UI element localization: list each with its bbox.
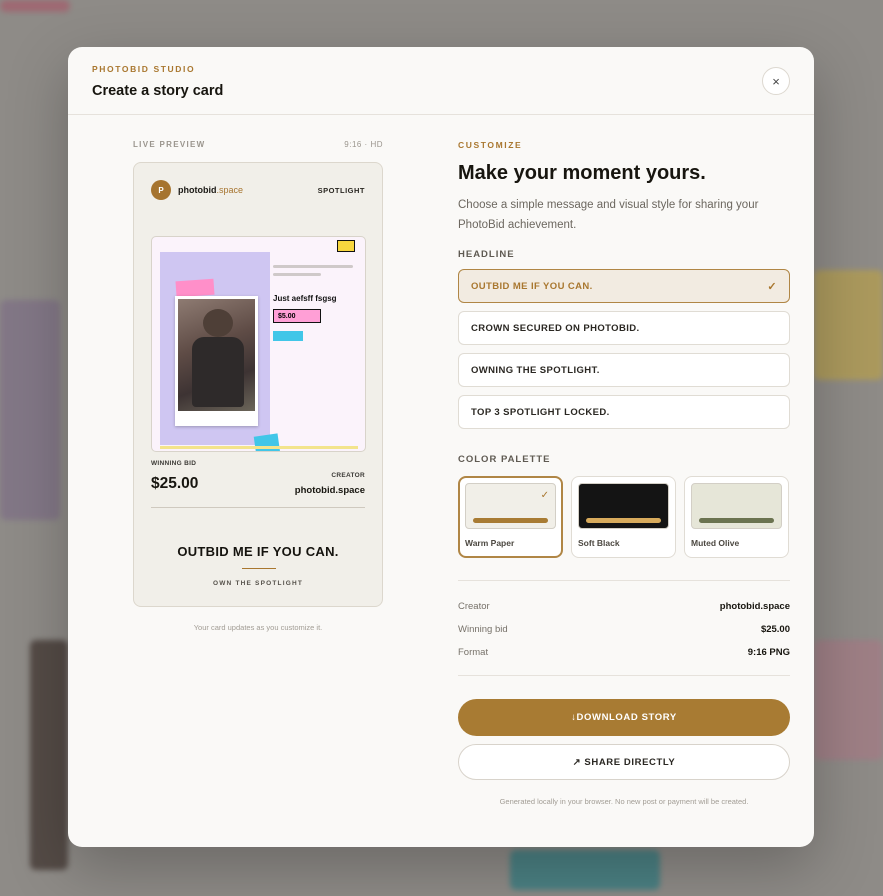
portrait-hair [203, 309, 233, 337]
palette-accent-bar [699, 518, 774, 523]
detail-label: Format [458, 647, 489, 658]
detail-value: photobid.space [719, 601, 790, 612]
headline-option-label: OWNING THE SPOTLIGHT. [471, 364, 600, 376]
palette-options: ✓ Warm Paper Soft Black Muted Olive [458, 476, 790, 558]
logo-name: photobid [178, 185, 217, 195]
preview-header: LIVE PREVIEW 9:16 · HD [133, 140, 383, 149]
spotlight-badge: SPOTLIGHT [317, 185, 365, 195]
download-story-button[interactable]: ↓DOWNLOAD STORY [458, 699, 790, 736]
artwork-bottom-strip [160, 446, 358, 449]
palette-name: Muted Olive [691, 538, 740, 548]
palette-swatch [578, 483, 669, 529]
story-card-modal: PHOTOBID STUDIO Create a story card × LI… [68, 47, 814, 847]
palette-soft-black[interactable]: Soft Black [571, 476, 676, 558]
artwork-details: Just aefsff fsgsg $5.00 [273, 265, 353, 341]
detail-label: Winning bid [458, 624, 508, 635]
headline-option[interactable]: OWNING THE SPOTLIGHT. [458, 353, 790, 387]
palette-accent-bar [586, 518, 661, 523]
logo-icon: P [151, 180, 171, 200]
detail-row-format: Format 9:16 PNG [458, 641, 790, 664]
detail-row-creator: Creator photobid.space [458, 595, 790, 618]
check-icon: ✓ [767, 280, 777, 293]
logo-text: photobid.space [178, 185, 243, 195]
creator-label: CREATOR [331, 472, 365, 479]
artwork-tag [273, 331, 303, 341]
headline-option-label: OUTBID ME IF YOU CAN. [471, 280, 593, 292]
headline-section-label: HEADLINE [458, 249, 515, 260]
brand-label: PHOTOBID STUDIO [92, 64, 196, 74]
detail-row-bid: Winning bid $25.00 [458, 618, 790, 641]
share-directly-button[interactable]: ↗ SHARE DIRECTLY [458, 744, 790, 780]
headline-option-label: TOP 3 SPOTLIGHT LOCKED. [471, 406, 610, 418]
preview-label: LIVE PREVIEW [133, 140, 206, 149]
headline-option[interactable]: CROWN SECURED ON PHOTOBID. [458, 311, 790, 345]
artwork-photo-frame [160, 252, 281, 451]
blue-sticker-icon [253, 433, 281, 451]
logo-tld: .space [216, 185, 244, 195]
customize-eyebrow: CUSTOMIZE [458, 140, 523, 150]
palette-warm-paper[interactable]: ✓ Warm Paper [458, 476, 563, 558]
creator-value: photobid.space [294, 485, 365, 496]
detail-value: 9:16 PNG [747, 647, 790, 658]
portrait-body [192, 337, 244, 407]
check-icon: ✓ [540, 490, 549, 501]
card-divider [242, 568, 276, 569]
winning-bid-label: WINNING BID [151, 460, 197, 467]
crown-icon [337, 240, 355, 252]
card-subline: OWN THE SPOTLIGHT [212, 580, 304, 587]
preview-note: Your card updates as you customize it. [193, 623, 323, 632]
customize-panel: CUSTOMIZE Make your moment yours. Choose… [458, 140, 790, 806]
card-stats: WINNING BID $25.00 CREATOR photobid.spac… [151, 460, 365, 508]
close-icon: × [772, 73, 780, 89]
modal-header: PHOTOBID STUDIO Create a story card × [68, 47, 814, 115]
headline-option[interactable]: OUTBID ME IF YOU CAN. ✓ [458, 269, 790, 303]
artwork-line [273, 273, 321, 276]
creator-stat: CREATOR photobid.space [295, 472, 365, 496]
palette-accent-bar [473, 518, 548, 523]
portrait-photo [178, 299, 255, 411]
live-preview-panel: LIVE PREVIEW 9:16 · HD P photobid.space … [133, 140, 383, 632]
artwork-price: $5.00 [273, 309, 321, 323]
customize-description: Choose a simple message and visual style… [458, 199, 759, 231]
pink-sticker-icon [175, 278, 215, 298]
artwork-title: Just aefsff fsgsg [273, 294, 337, 303]
headline-option-label: CROWN SECURED ON PHOTOBID. [471, 322, 640, 334]
summary-details: Creator photobid.space Winning bid $25.0… [458, 580, 790, 676]
card-headline: OUTBID ME IF YOU CAN. [177, 544, 339, 559]
detail-value: $25.00 [760, 624, 790, 635]
customize-title: Make your moment yours. [458, 162, 706, 184]
card-top-bar: P photobid.space SPOTLIGHT [151, 180, 365, 200]
modal-title: Create a story card [92, 83, 224, 99]
artwork-image: Just aefsff fsgsg $5.00 [151, 236, 366, 452]
palette-muted-olive[interactable]: Muted Olive [684, 476, 789, 558]
story-card-preview: P photobid.space SPOTLIGHT Just aefsff f… [133, 162, 383, 607]
headline-option[interactable]: TOP 3 SPOTLIGHT LOCKED. [458, 395, 790, 429]
artwork-photo [175, 296, 258, 426]
palette-section-label: COLOR PALETTE [458, 454, 551, 465]
headline-options: OUTBID ME IF YOU CAN. ✓ CROWN SECURED ON… [458, 269, 790, 429]
detail-label: Creator [458, 601, 490, 612]
palette-name: Soft Black [578, 538, 620, 548]
footer-note: Generated locally in your browser. No ne… [499, 797, 749, 806]
artwork-line [273, 265, 353, 268]
preview-format: 9:16 · HD [344, 140, 383, 149]
palette-swatch [691, 483, 782, 529]
palette-name: Warm Paper [465, 538, 515, 548]
close-button[interactable]: × [762, 67, 790, 95]
